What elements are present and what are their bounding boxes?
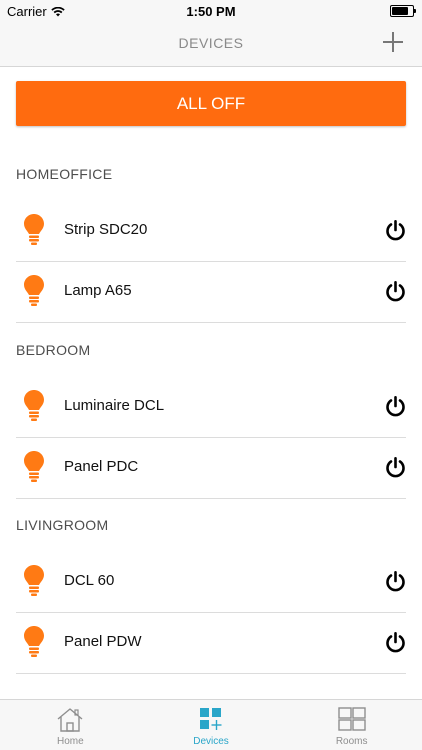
device-label: Panel PDW (64, 633, 142, 650)
power-icon (386, 220, 405, 241)
group-header-livingroom: LIVINGROOM (16, 517, 109, 533)
device-label: Luminaire DCL (64, 397, 165, 414)
device-row-panel-pdc[interactable]: Panel PDC (16, 437, 406, 499)
device-label: Strip SDC20 (64, 221, 148, 238)
device-row-dcl-60[interactable]: DCL 60 (16, 551, 406, 613)
tab-home[interactable]: Home (0, 700, 141, 750)
devices-icon (200, 708, 222, 730)
tab-bar: Home Devices Rooms (0, 699, 422, 750)
add-device-button[interactable] (382, 31, 404, 53)
navigation-bar: DEVICES (0, 22, 422, 67)
tab-devices-label: Devices (193, 736, 229, 747)
device-row-luminaire-dcl[interactable]: Luminaire DCL (16, 376, 406, 438)
tab-rooms-label: Rooms (335, 736, 368, 747)
plus-icon (383, 32, 403, 52)
status-bar: Carrier 1:50 PM (0, 0, 422, 22)
power-icon (386, 281, 405, 302)
group-header-bedroom: BEDROOM (16, 342, 91, 358)
bulb-icon (24, 214, 44, 245)
all-off-button[interactable]: ALL OFF (16, 81, 406, 126)
power-icon (386, 457, 405, 478)
device-row-strip-sdc20[interactable]: Strip SDC20 (16, 200, 406, 262)
power-icon (386, 632, 405, 653)
all-off-label: ALL OFF (176, 93, 246, 113)
power-toggle-button[interactable] (385, 457, 406, 478)
bulb-icon (24, 390, 44, 421)
bulb-icon (24, 565, 44, 596)
power-toggle-button[interactable] (385, 396, 406, 417)
page-title: DEVICES (178, 35, 244, 51)
devices-screen: Carrier 1:50 PM DEVICES ALL OFF HOMEOFFI… (0, 0, 422, 750)
power-toggle-button[interactable] (385, 281, 406, 302)
device-label: Lamp A65 (64, 282, 132, 299)
home-icon (57, 708, 83, 732)
device-row-panel-pdw[interactable]: Panel PDW (16, 612, 406, 674)
power-toggle-button[interactable] (385, 571, 406, 592)
device-label: DCL 60 (64, 572, 115, 589)
group-header-homeoffice: HOMEOFFICE (16, 166, 113, 182)
device-label: Panel PDC (64, 458, 139, 475)
bulb-icon (24, 626, 44, 657)
tab-home-label: Home (56, 736, 84, 747)
bulb-icon (24, 275, 44, 306)
tab-rooms[interactable]: Rooms (281, 700, 422, 750)
bulb-icon (24, 451, 44, 482)
rooms-icon (337, 707, 366, 731)
status-time: 1:50 PM (186, 4, 236, 19)
power-icon (386, 396, 405, 417)
device-row-lamp-a65[interactable]: Lamp A65 (16, 261, 406, 323)
power-icon (386, 571, 405, 592)
power-toggle-button[interactable] (385, 220, 406, 241)
tab-devices[interactable]: Devices (141, 700, 282, 750)
power-toggle-button[interactable] (385, 632, 406, 653)
battery-icon (390, 5, 416, 17)
